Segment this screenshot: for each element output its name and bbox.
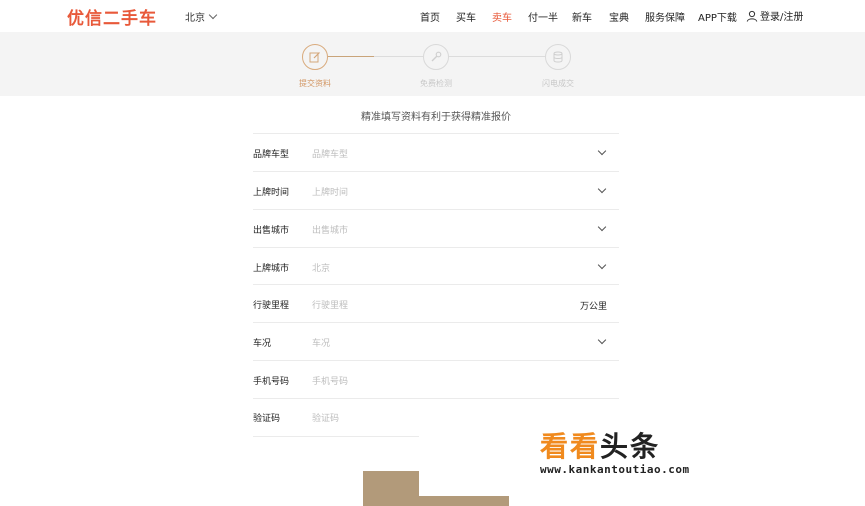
- form-title: 精准填写资料有利于获得精准报价: [361, 112, 511, 123]
- top-header: 优信二手车 北京 首页 买车 卖车 付一半 新车 宝典 服务保障 APP下载 登…: [0, 0, 865, 32]
- divider: [253, 436, 419, 437]
- chevron-down-icon: [597, 184, 607, 194]
- brand-model-select[interactable]: 品牌车型 品牌车型: [253, 133, 619, 171]
- step-submit-info: 提交资料: [285, 44, 345, 89]
- submit-button[interactable]: [419, 496, 509, 506]
- login-label: 登录/注册: [760, 12, 804, 23]
- mileage-unit: 万公里: [579, 302, 607, 312]
- chevron-down-icon: [597, 222, 607, 232]
- field-label: 行驶里程: [253, 301, 290, 311]
- step-quick-deal: 闪电成交: [528, 44, 588, 89]
- progress-steps: 提交资料 免费检测 闪电成交: [0, 32, 865, 96]
- nav-item-service[interactable]: 服务保障: [645, 9, 685, 24]
- field-label: 验证码: [253, 414, 281, 424]
- field-placeholder: 品牌车型: [312, 150, 349, 160]
- watermark-text-b: 头条: [600, 430, 661, 463]
- watermark-logo: 看看头条: [540, 432, 740, 462]
- field-label: 上牌城市: [253, 264, 290, 274]
- watermark-url: www.kankantoutiao.com: [540, 463, 690, 476]
- get-code-button[interactable]: [363, 471, 419, 506]
- nav-item-buy[interactable]: 买车: [456, 9, 476, 24]
- register-city-select[interactable]: 上牌城市 北京: [253, 247, 619, 285]
- chevron-down-icon: [597, 335, 607, 345]
- wrench-icon: [423, 44, 449, 70]
- nav-item-new-car[interactable]: 新车: [572, 9, 592, 24]
- step-label: 免费检测: [420, 79, 452, 88]
- chevron-down-icon: [597, 260, 607, 270]
- field-placeholder: 车况: [312, 339, 331, 349]
- register-date-select[interactable]: 上牌时间 上牌时间: [253, 171, 619, 209]
- mileage-input[interactable]: 行驶里程 行驶里程 万公里: [253, 284, 619, 322]
- nav-item-sell[interactable]: 卖车: [492, 9, 512, 24]
- edit-icon: [302, 44, 328, 70]
- database-icon: [545, 44, 571, 70]
- field-placeholder: 上牌时间: [312, 188, 349, 198]
- field-placeholder: 北京: [312, 264, 331, 274]
- step-label: 提交资料: [299, 79, 331, 88]
- field-placeholder: 行驶里程: [312, 301, 349, 311]
- main-nav: 首页 买车 卖车 付一半 新车 宝典 服务保障 APP下载: [0, 9, 865, 24]
- step-label: 闪电成交: [542, 79, 574, 88]
- watermark: 看看头条 www.kankantoutiao.com: [540, 432, 740, 482]
- field-label: 车况: [253, 339, 272, 349]
- watermark-text-a: 看看: [540, 430, 601, 463]
- condition-select[interactable]: 车况 车况: [253, 322, 619, 360]
- chevron-down-icon: [597, 146, 607, 156]
- user-icon: [746, 10, 758, 22]
- field-label: 上牌时间: [253, 188, 290, 198]
- phone-input[interactable]: 手机号码 手机号码: [253, 360, 619, 398]
- verification-code-input[interactable]: 验证码 验证码: [253, 398, 419, 436]
- field-placeholder: 验证码: [312, 414, 340, 424]
- field-label: 手机号码: [253, 377, 290, 387]
- field-placeholder: 出售城市: [312, 226, 349, 236]
- nav-item-guide[interactable]: 宝典: [609, 9, 629, 24]
- nav-item-app[interactable]: APP下载: [698, 9, 737, 24]
- step-free-inspection: 免费检测: [406, 44, 466, 89]
- sale-city-select[interactable]: 出售城市 出售城市: [253, 209, 619, 247]
- field-label: 品牌车型: [253, 150, 290, 160]
- login-link[interactable]: 登录/注册: [746, 8, 803, 23]
- nav-item-home[interactable]: 首页: [420, 9, 440, 24]
- field-placeholder: 手机号码: [312, 377, 349, 387]
- nav-item-pay-half[interactable]: 付一半: [528, 9, 558, 24]
- field-label: 出售城市: [253, 226, 290, 236]
